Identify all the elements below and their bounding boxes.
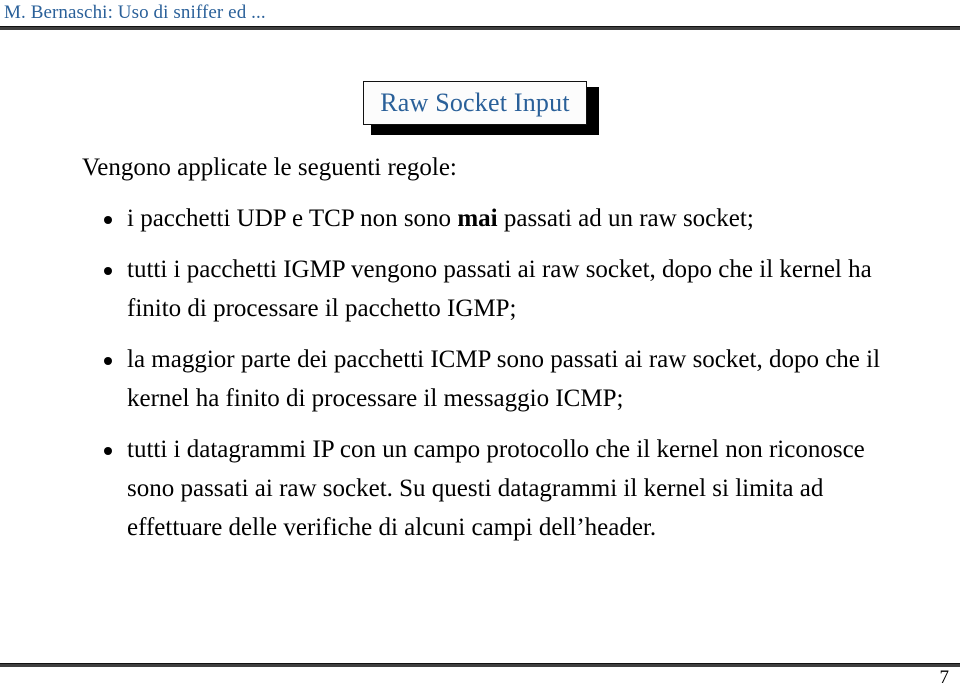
list-item-emphasis: mai	[457, 205, 498, 232]
list-item: tutti i pacchetti IGMP vengono passati a…	[100, 250, 900, 328]
list-item-text: i pacchetti UDP e TCP non sono mai passa…	[127, 199, 900, 238]
list-item: i pacchetti UDP e TCP non sono mai passa…	[100, 199, 900, 238]
bullet-point-icon	[104, 216, 112, 224]
title-box: Raw Socket Input	[363, 81, 587, 125]
list-item-text: tutti i pacchetti IGMP vengono passati a…	[127, 250, 900, 328]
slide-title-area: Raw Socket Input	[0, 78, 960, 138]
list-item-text-pre: la maggior parte dei pacchetti ICMP sono…	[127, 346, 881, 412]
intro-text: Vengono applicate le seguenti regole:	[82, 154, 457, 181]
list-item-text: la maggior parte dei pacchetti ICMP sono…	[127, 340, 900, 418]
footer-divider	[0, 663, 960, 667]
list-item-text-pre: i pacchetti UDP e TCP non sono	[127, 205, 458, 232]
header-title: M. Bernaschi: Uso di sniffer ed ...	[4, 2, 266, 23]
list-item: la maggior parte dei pacchetti ICMP sono…	[100, 340, 900, 418]
list-item: tutti i datagrammi IP con un campo proto…	[100, 430, 900, 547]
header-divider	[0, 26, 960, 30]
slide-header: M. Bernaschi: Uso di sniffer ed ...	[0, 0, 960, 30]
bullet-point-icon	[104, 267, 112, 275]
bullet-point-icon	[104, 357, 112, 365]
list-item-text-pre: tutti i pacchetti IGMP vengono passati a…	[127, 256, 872, 322]
bullet-point-icon	[104, 447, 112, 455]
page-title: Raw Socket Input	[380, 88, 570, 117]
list-item-text: tutti i datagrammi IP con un campo proto…	[127, 430, 900, 547]
page-number: 7	[939, 667, 950, 688]
list-item-text-post: passati ad un raw socket;	[497, 205, 754, 232]
bullet-list: i pacchetti UDP e TCP non sono mai passa…	[100, 199, 900, 559]
list-item-text-pre: tutti i datagrammi IP con un campo proto…	[127, 436, 865, 541]
